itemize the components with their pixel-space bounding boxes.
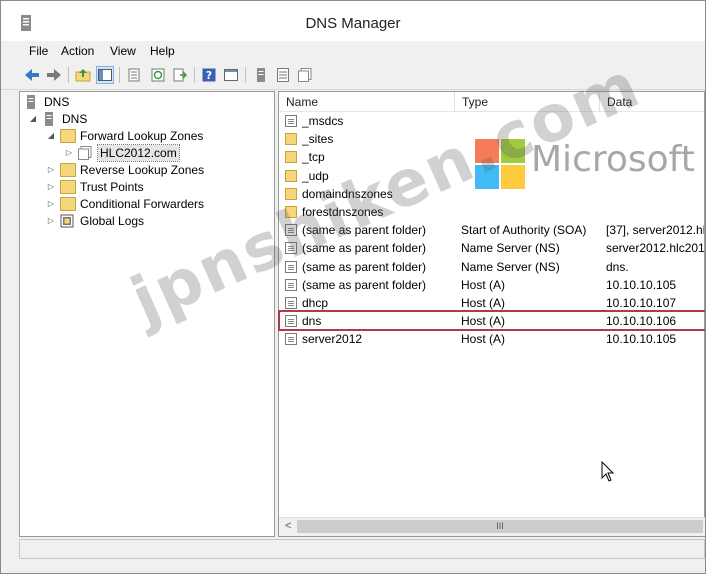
tree-label: Conditional Forwarders (80, 197, 205, 211)
status-bar (19, 539, 705, 559)
export-list-icon[interactable] (171, 66, 189, 84)
horizontal-scrollbar[interactable]: < III (279, 517, 705, 536)
tree-server-dns[interactable]: ◢ DNS (28, 111, 87, 127)
menu-help[interactable]: Help (150, 44, 175, 58)
toolbar-separator (119, 67, 120, 83)
dns-manager-window: DNS Manager File Action View Help ? DNS … (0, 0, 706, 574)
cell-data: 10.10.10.105 (606, 332, 677, 347)
show-hide-tree-icon[interactable] (96, 66, 114, 84)
toolbar-separator (68, 67, 69, 83)
folder-icon (285, 133, 297, 146)
folder-icon (60, 129, 76, 143)
tree-zone-hlc2012[interactable]: ▷ HLC2012.com (64, 144, 180, 162)
properties-icon[interactable] (125, 66, 143, 84)
collapse-arrow-icon[interactable]: ◢ (46, 128, 56, 144)
tree-label: Global Logs (80, 214, 145, 228)
expand-arrow-icon[interactable]: ▷ (46, 196, 56, 212)
cell-data: 10.10.10.105 (606, 277, 677, 292)
cell-type: Name Server (NS) (461, 259, 560, 274)
dns-root-icon (24, 95, 40, 109)
cell-type: Start of Authority (SOA) (461, 223, 587, 238)
folder-icon (60, 163, 76, 177)
column-header-name[interactable]: Name (279, 92, 455, 112)
tree-root-dns[interactable]: DNS (24, 94, 69, 110)
server-icon[interactable] (252, 66, 270, 84)
server-icon (42, 112, 58, 126)
tree-reverse-lookup-zones[interactable]: ▷ Reverse Lookup Zones (46, 162, 204, 178)
expand-arrow-icon[interactable]: ▷ (64, 145, 74, 161)
expand-arrow-icon[interactable]: ▷ (46, 179, 56, 195)
zone-icon (78, 146, 94, 160)
table-row[interactable]: (same as parent folder) Name Server (NS) d… (279, 258, 704, 276)
console-icon[interactable] (222, 66, 240, 84)
zone-icon (285, 115, 297, 127)
cell-type: Host (A) (461, 277, 506, 292)
cell-name: server2012 (302, 332, 363, 347)
record-icon (285, 333, 297, 346)
cell-name: _msdcs (302, 114, 344, 128)
svg-text:?: ? (206, 69, 212, 82)
folder-icon (60, 197, 76, 211)
toolbar-separator (194, 67, 195, 83)
cell-data: dns. (606, 259, 629, 274)
record-icon (285, 297, 297, 309)
tree-trust-points[interactable]: ▷ Trust Points (46, 179, 144, 195)
cell-name: (same as parent folder) (302, 277, 427, 292)
refresh-icon[interactable] (149, 66, 167, 84)
record-icon (285, 278, 297, 291)
tree-conditional-forwarders[interactable]: ▷ Conditional Forwarders (46, 196, 204, 212)
collapse-arrow-icon[interactable]: ◢ (28, 111, 38, 127)
menu-view[interactable]: View (110, 44, 136, 58)
forward-icon[interactable] (45, 66, 63, 84)
tree-label: Reverse Lookup Zones (80, 163, 205, 177)
zone-icon[interactable] (296, 66, 314, 84)
toolbar-separator (245, 67, 246, 83)
cell-type: Name Server (NS) (461, 241, 560, 256)
window-title: DNS Manager (305, 15, 401, 32)
tree-label: DNS (62, 112, 88, 126)
cell-data: server2012.hlc2012 (606, 241, 705, 256)
folder-icon (285, 169, 297, 182)
folder-icon (285, 151, 297, 164)
table-row[interactable]: server2012 Host (A) 10.10.10.105 (279, 330, 704, 348)
tree-global-logs[interactable]: ▷ Global Logs (46, 213, 144, 229)
expand-arrow-icon[interactable]: ▷ (46, 213, 56, 229)
tree-label: HLC2012.com (97, 144, 180, 162)
mouse-cursor-icon (601, 461, 615, 482)
folder-icon (60, 180, 76, 194)
tree-forward-lookup-zones[interactable]: ◢ Forward Lookup Zones (46, 128, 203, 144)
title-bar: DNS Manager (1, 1, 705, 41)
help-icon[interactable]: ? (200, 66, 218, 84)
highlight-box (278, 310, 705, 331)
cell-type: Host (A) (461, 332, 506, 347)
scroll-thumb[interactable]: III (297, 520, 703, 533)
log-icon (60, 214, 76, 228)
up-folder-icon[interactable] (74, 66, 92, 84)
list-icon[interactable] (274, 66, 292, 84)
menu-file[interactable]: File (29, 44, 48, 58)
scroll-left-arrow-icon[interactable]: < (285, 520, 291, 532)
back-icon[interactable] (23, 66, 41, 84)
cell-data: [37], server2012.hlc (606, 223, 705, 238)
tree-label: Forward Lookup Zones (80, 129, 204, 143)
expand-arrow-icon[interactable]: ▷ (46, 162, 56, 178)
menu-action[interactable]: Action (61, 44, 94, 58)
tree-label: Trust Points (80, 180, 144, 194)
tree-label: DNS (44, 95, 70, 109)
table-row[interactable]: (same as parent folder) Host (A) 10.10.10.… (279, 276, 704, 294)
